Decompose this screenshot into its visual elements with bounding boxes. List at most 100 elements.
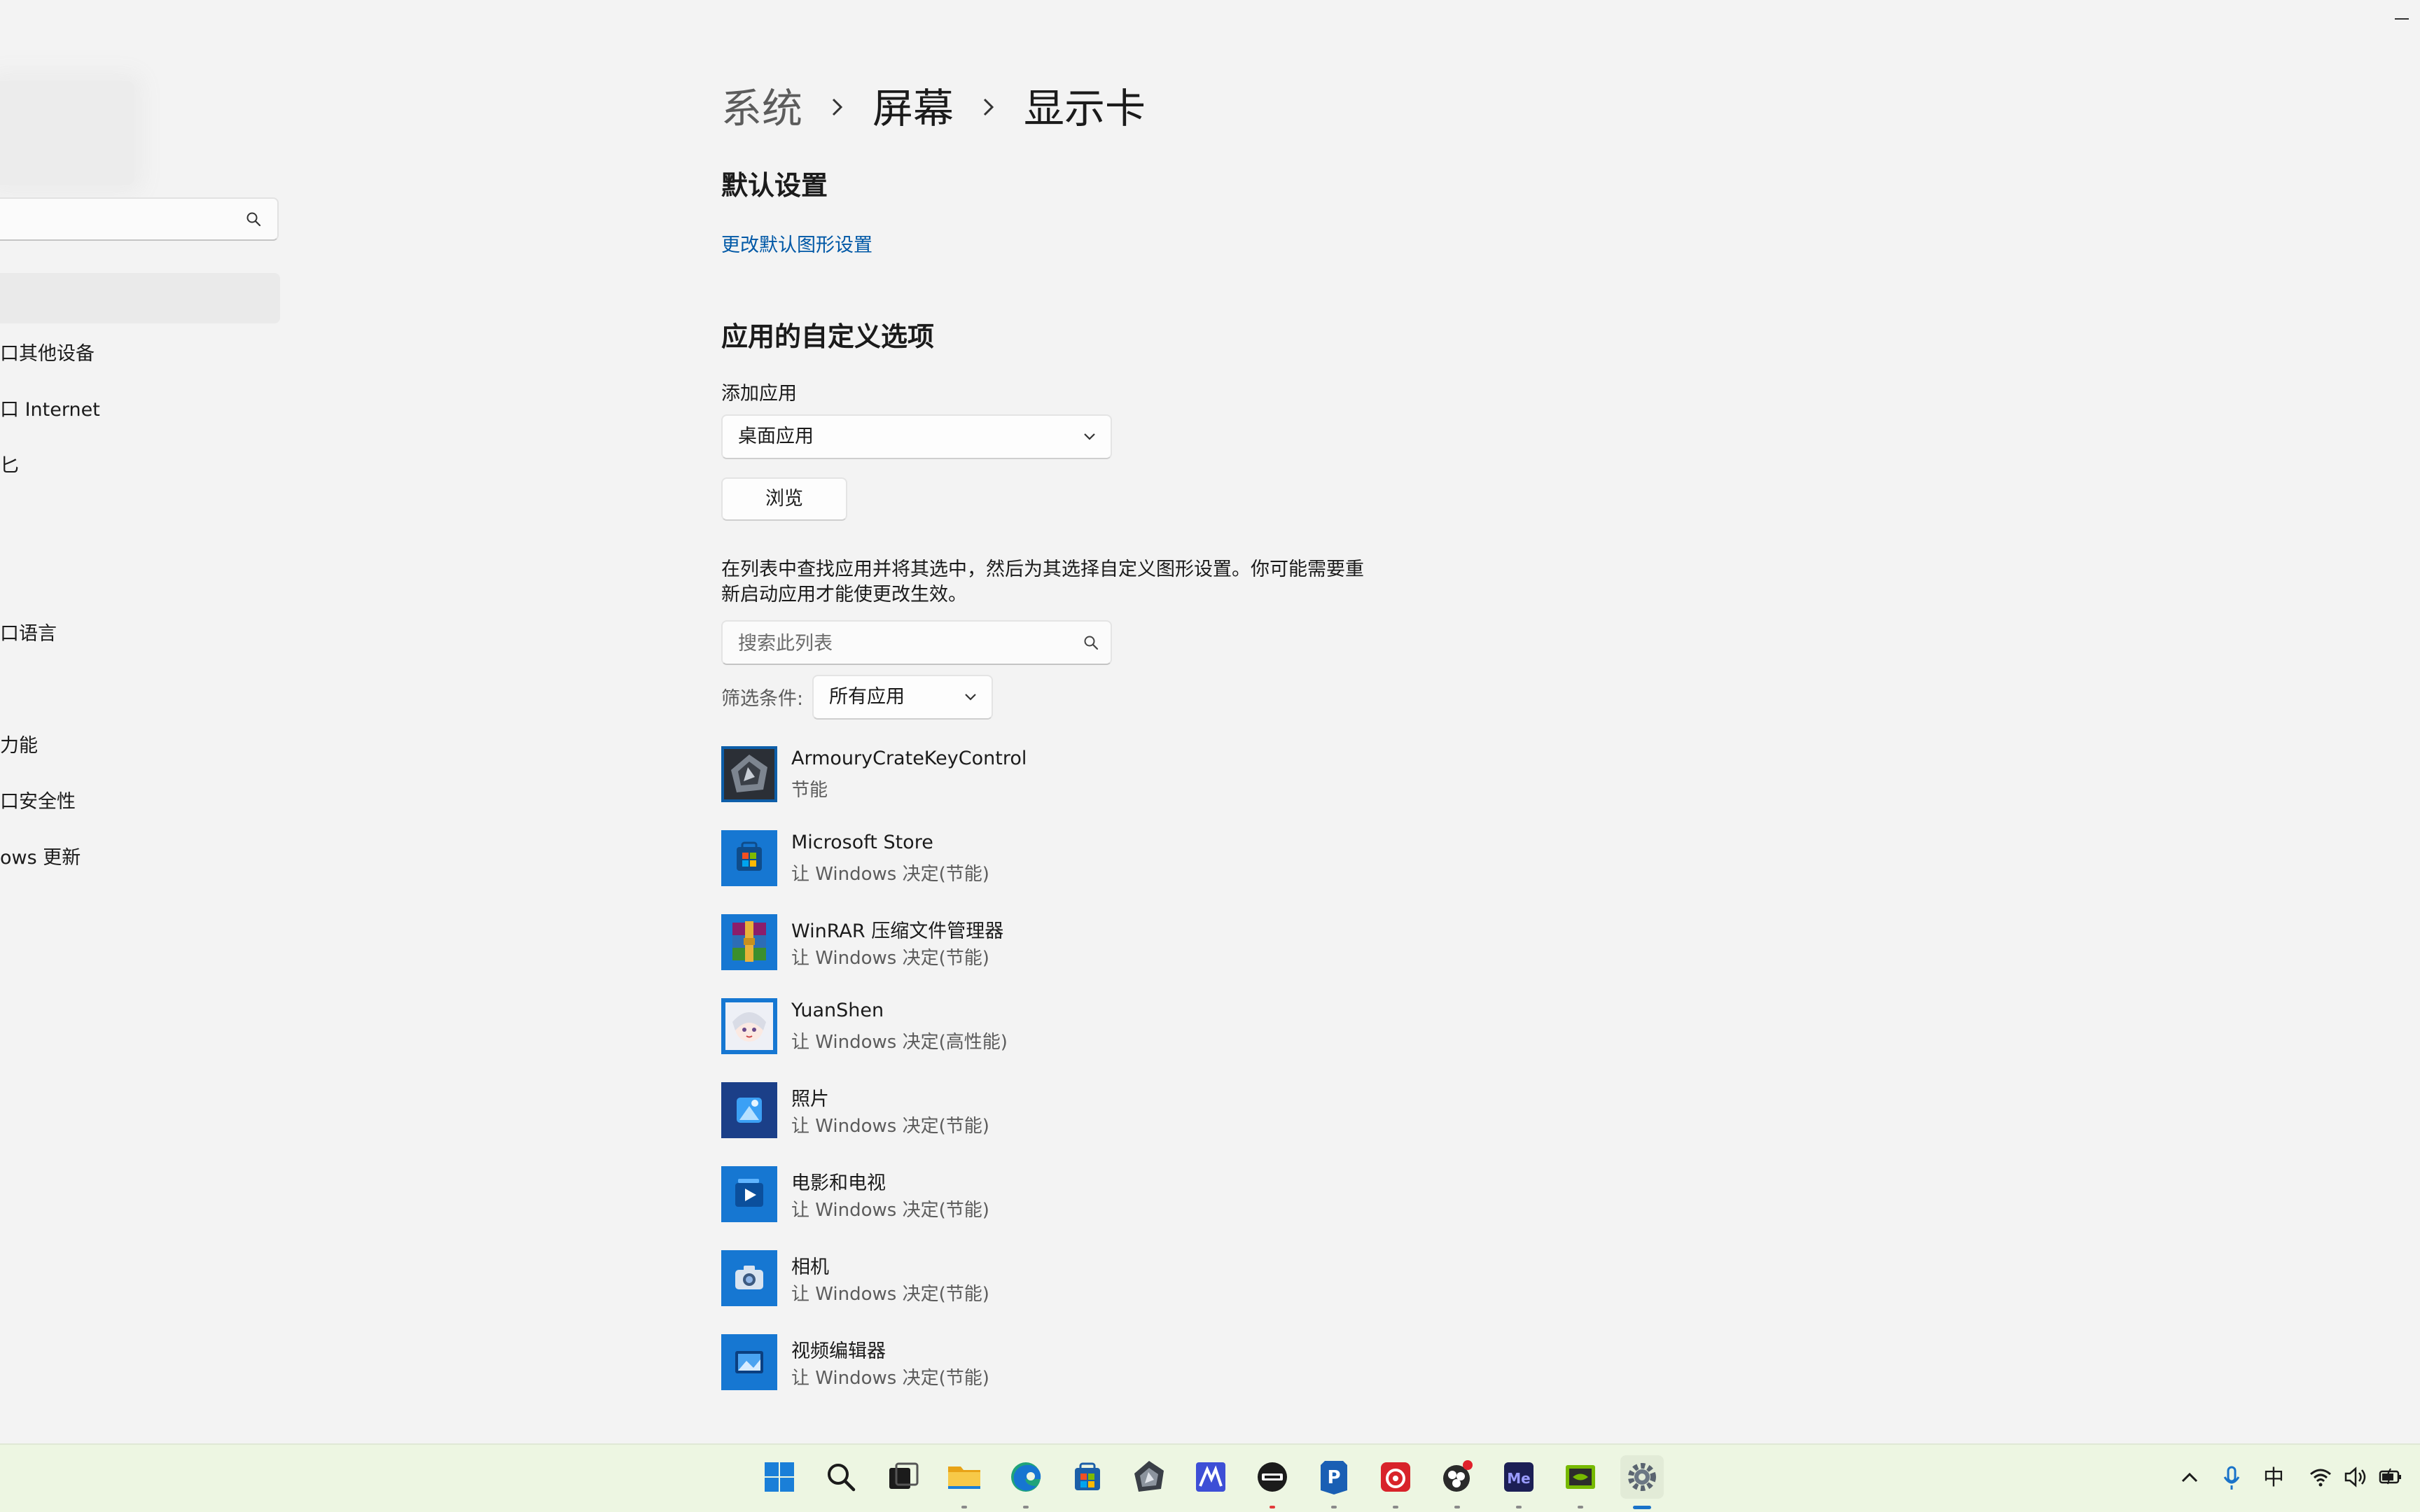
app-name: 相机 [791,1256,829,1278]
app-type-value: 桌面应用 [738,426,814,447]
nvidia-icon[interactable] [1559,1455,1602,1508]
list-item[interactable]: 电影和电视 让 Windows 决定(节能) [721,1166,1351,1225]
ime-indicator[interactable]: 中 [2263,1460,2284,1491]
change-default-graphics-link[interactable]: 更改默认图形设置 [721,230,872,257]
volume-icon[interactable] [2343,1464,2368,1492]
app-graphics-preference: 让 Windows 决定(高性能) [791,1032,1008,1053]
sidebar-item-bluetooth-devices[interactable]: 口其他设备 [0,333,95,375]
sidebar-item-windows-update[interactable]: ows 更新 [0,837,81,879]
running-indicator [1516,1506,1522,1508]
settings-icon[interactable] [1620,1455,1664,1509]
svg-text:P: P [1327,1467,1340,1488]
list-item[interactable]: WinRAR 压缩文件管理器 让 Windows 决定(节能) [721,914,1351,973]
sidebar-item-time-language[interactable]: 口语言 [0,613,57,655]
sidebar-item-privacy-security[interactable]: 口安全性 [0,781,76,823]
winrar-icon [721,914,777,970]
list-item[interactable]: YuanShen 让 Windows 决定(高性能) [721,998,1351,1057]
sidebar-item-accessibility[interactable]: 力能 [0,725,38,767]
video-editor-icon [721,1334,777,1390]
app-name: Microsoft Store [791,832,933,853]
filter-value: 所有应用 [829,686,905,708]
search-icon[interactable] [819,1455,863,1499]
page-title: 显示卡 [1024,85,1146,132]
list-item[interactable]: ArmouryCrateKeyControl 节能 [721,746,1351,805]
running-indicator [1270,1506,1275,1508]
sidebar-search-input[interactable] [0,197,279,241]
svg-text:Me: Me [1507,1470,1530,1487]
battery-icon[interactable] [2378,1464,2403,1492]
running-indicator [1454,1506,1460,1508]
custom-options-heading: 应用的自定义选项 [721,321,935,352]
chevron-up-icon[interactable] [2179,1467,2200,1491]
chevron-down-icon [1083,431,1097,445]
add-app-label: 添加应用 [721,383,797,405]
list-item[interactable]: 视频编辑器 让 Windows 决定(节能) [721,1334,1351,1393]
movies-tv-icon [721,1166,777,1222]
task-view-icon[interactable] [881,1455,924,1499]
microphone-icon[interactable] [2221,1464,2242,1495]
app-list-description: 在列表中查找应用并将其选中，然后为其选择自定义图形设置。你可能需要重新启动应用才… [721,559,1364,606]
app-name: YuanShen [791,1000,884,1021]
running-indicator [1393,1506,1398,1508]
list-item[interactable]: Microsoft Store 让 Windows 决定(节能) [721,830,1351,889]
app-list-search-input[interactable] [737,627,1062,659]
chevron-down-icon [964,692,978,706]
running-indicator [1578,1506,1583,1508]
app-graphics-preference: 节能 [791,780,828,801]
active-app-indicator [1633,1506,1651,1509]
armoury-crate-icon[interactable] [1127,1455,1171,1499]
sidebar: 口其他设备 口 Internet 匕 口语言 力能 口安全性 ows 更新 [0,0,294,1442]
app-graphics-preference: 让 Windows 决定(节能) [791,948,989,969]
app-graphics-preference: 让 Windows 决定(节能) [791,1200,989,1221]
app-name: 电影和电视 [791,1172,886,1194]
sidebar-item-personalization[interactable]: 匕 [0,445,19,487]
microsoft-store-icon [721,830,777,886]
app-name: 视频编辑器 [791,1340,886,1362]
photos-icon [721,1082,777,1138]
start-icon[interactable] [758,1455,801,1499]
filter-dropdown[interactable]: 所有应用 [812,675,993,720]
running-indicator [1331,1506,1337,1508]
app-name: WinRAR 压缩文件管理器 [791,920,1004,942]
chevron-right-icon [954,81,1024,129]
app-graphics-preference: 让 Windows 决定(节能) [791,1284,989,1305]
wifi-icon[interactable] [2308,1464,2333,1492]
chevron-right-icon [802,81,872,129]
yuanshen-icon [721,998,777,1054]
netease-music-icon[interactable] [1374,1455,1417,1508]
breadcrumb-system[interactable]: 系统 [721,76,802,134]
running-indicator [961,1506,967,1508]
app-graphics-preference: 让 Windows 决定(节能) [791,864,989,885]
app-type-dropdown[interactable]: 桌面应用 [721,414,1112,459]
breadcrumb-display[interactable]: 屏幕 [872,76,954,134]
app-graphics-preference: 让 Windows 决定(节能) [791,1368,989,1389]
store-icon[interactable] [1066,1455,1109,1499]
app-list-search[interactable] [721,620,1112,665]
obs-icon[interactable] [1435,1455,1479,1508]
camera-icon [721,1250,777,1306]
app-graphics-preference: 让 Windows 决定(节能) [791,1116,989,1137]
search-icon [245,211,262,230]
file-explorer-icon[interactable] [943,1455,986,1508]
media-encoder-icon[interactable]: Me [1497,1455,1541,1508]
list-item[interactable]: 照片 让 Windows 决定(节能) [721,1082,1351,1141]
cmd-icon[interactable] [1251,1455,1294,1508]
user-profile-area[interactable] [0,81,134,185]
search-icon [1083,634,1099,654]
ppt-p-icon[interactable]: P [1312,1455,1356,1508]
edge-icon[interactable] [1004,1455,1048,1508]
taskbar: P Me 中 [0,1443,2420,1512]
app-name: 照片 [791,1088,829,1110]
breadcrumb: 系统 屏幕 显示卡 [721,76,1146,134]
sidebar-item-system-selected[interactable] [0,273,280,323]
running-indicator [1023,1506,1029,1508]
minimize-button[interactable] [2395,18,2409,20]
filter-label: 筛选条件: [721,688,804,710]
list-item[interactable]: 相机 让 Windows 决定(节能) [721,1250,1351,1309]
mathpix-icon[interactable] [1189,1455,1232,1499]
sidebar-item-network-internet[interactable]: 口 Internet [0,389,100,431]
app-name: ArmouryCrateKeyControl [791,748,1027,769]
browse-button[interactable]: 浏览 [721,477,847,521]
settings-window: 口其他设备 口 Internet 匕 口语言 力能 口安全性 ows 更新 系统… [0,0,2420,1512]
armoury-crate-icon [721,746,777,802]
